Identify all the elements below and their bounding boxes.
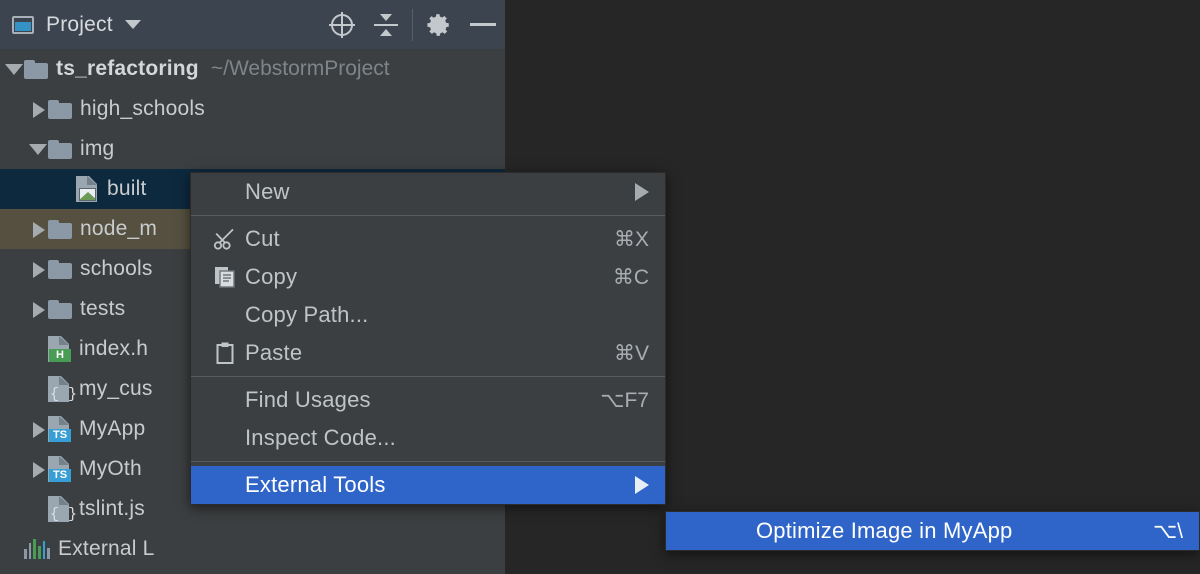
tree-row-label: schools [80, 257, 153, 280]
menu-item[interactable]: New [191, 173, 665, 211]
tree-arrow-placeholder [4, 539, 24, 559]
tree-row[interactable]: External L [0, 529, 505, 569]
menu-icon-placeholder [205, 425, 245, 451]
tree-row-label: MyOth [79, 457, 142, 480]
menu-separator [191, 376, 665, 377]
scissors-icon [205, 226, 245, 252]
menu-item-shortcut: ⌘X [613, 227, 649, 251]
menu-item-label: Cut [245, 226, 280, 251]
tree-row[interactable]: ts_refactoring ~/WebstormProject [0, 49, 505, 89]
menu-icon-placeholder [205, 179, 245, 205]
menu-item-label: Optimize Image in MyApp [756, 518, 1013, 543]
minimize-icon [470, 23, 496, 26]
project-window-icon [12, 15, 34, 34]
menu-item-shortcut: ⌘V [613, 341, 649, 365]
menu-item[interactable]: Paste ⌘V [191, 334, 665, 372]
menu-item[interactable]: Inspect Code... [191, 419, 665, 457]
settings-button[interactable] [417, 0, 461, 49]
tool-window-title: Project [46, 12, 113, 36]
menu-item-label: Paste [245, 340, 303, 365]
tree-row-label: high_schools [80, 97, 205, 120]
submenu-arrow-icon [635, 183, 649, 201]
tree-expand-closed-icon[interactable] [28, 99, 48, 119]
tool-window-toolbar: Project [0, 0, 505, 49]
menu-item[interactable]: Optimize Image in MyApp ⌥\ [666, 512, 1199, 550]
menu-separator [191, 461, 665, 462]
ts-file-icon: TS [48, 456, 71, 482]
menu-item-shortcut: ⌘C [612, 265, 649, 289]
context-menu[interactable]: New Cut ⌘X Copy ⌘C Copy Path... Paste ⌘V Find Us… [190, 172, 666, 505]
image-file-icon [76, 176, 99, 202]
menu-item-label: Find Usages [245, 387, 371, 412]
collapse-all-icon [373, 12, 399, 38]
tree-expand-closed-icon[interactable] [28, 419, 48, 439]
webstorm-project-tool-window: Project ts_refactoring ~/WebstormProject… [0, 0, 1200, 574]
menu-item-shortcut: ⌥\ [1152, 519, 1183, 543]
html-file-icon: H [48, 336, 71, 362]
menu-item[interactable]: Copy Path... [191, 296, 665, 334]
menu-item[interactable]: Cut ⌘X [191, 220, 665, 258]
tree-row-label: node_m [80, 217, 158, 240]
folder-icon [24, 59, 48, 79]
external-tools-submenu[interactable]: Optimize Image in MyApp ⌥\ [665, 511, 1200, 551]
menu-item[interactable]: External Tools [191, 466, 665, 504]
tree-expand-closed-icon[interactable] [28, 299, 48, 319]
external-libraries-icon [24, 539, 51, 559]
folder-icon [48, 99, 72, 119]
select-opened-file-button[interactable] [320, 0, 364, 49]
menu-icon-placeholder [205, 387, 245, 413]
tree-expand-open-icon[interactable] [4, 59, 24, 79]
tree-row-label: MyApp [79, 417, 146, 440]
project-view-selector[interactable]: Project [0, 13, 141, 37]
menu-item-label: Copy [245, 264, 298, 289]
tree-row-label: External L [58, 537, 155, 560]
menu-item[interactable]: Find Usages ⌥F7 [191, 381, 665, 419]
menu-icon-placeholder [205, 472, 245, 498]
menu-item-shortcut: ⌥F7 [600, 388, 649, 412]
tree-row-label: ts_refactoring [56, 57, 199, 80]
tree-arrow-placeholder [56, 179, 76, 199]
tree-row-label: tslint.js [79, 497, 145, 520]
chevron-down-icon[interactable] [124, 20, 141, 29]
tree-row-label: my_cus [79, 377, 153, 400]
menu-item-label: External Tools [245, 472, 386, 497]
menu-item-label: Copy Path... [245, 302, 369, 327]
tree-row[interactable]: high_schools [0, 89, 505, 129]
hide-tool-window-button[interactable] [461, 0, 505, 49]
submenu-arrow-icon [635, 476, 649, 494]
folder-icon [48, 299, 72, 319]
json-file-icon: { } [48, 496, 77, 522]
select-opened-file-icon [329, 11, 355, 38]
folder-icon [48, 139, 72, 159]
menu-item-label: New [245, 179, 290, 204]
tree-row-label: img [80, 137, 115, 160]
tree-row-label: index.h [79, 337, 149, 360]
tree-row-path: ~/WebstormProject [210, 57, 390, 80]
settings-gear-icon [427, 13, 449, 36]
menu-item[interactable]: Copy ⌘C [191, 258, 665, 296]
toolbar-actions [320, 0, 505, 49]
toolbar-divider [412, 8, 413, 41]
ts-file-icon: TS [48, 416, 71, 442]
folder-icon [48, 219, 72, 239]
menu-item-label: Inspect Code... [245, 425, 396, 450]
menu-separator [191, 215, 665, 216]
tree-row-label: tests [80, 297, 126, 320]
tree-expand-closed-icon[interactable] [28, 219, 48, 239]
menu-icon-placeholder [205, 302, 245, 328]
tree-arrow-placeholder [28, 499, 48, 519]
tree-arrow-placeholder [28, 379, 48, 399]
tree-row[interactable]: img [0, 129, 505, 169]
folder-icon [48, 259, 72, 279]
paste-icon [205, 340, 245, 366]
menu-icon-placeholder [716, 518, 756, 544]
json-file-icon: { } [48, 376, 77, 402]
tree-expand-closed-icon[interactable] [28, 459, 48, 479]
tree-row-label: built [107, 177, 147, 200]
copy-icon [205, 264, 245, 290]
collapse-all-button[interactable] [364, 0, 408, 49]
tree-arrow-placeholder [28, 339, 48, 359]
tree-expand-closed-icon[interactable] [28, 259, 48, 279]
tree-expand-open-icon[interactable] [28, 139, 48, 159]
